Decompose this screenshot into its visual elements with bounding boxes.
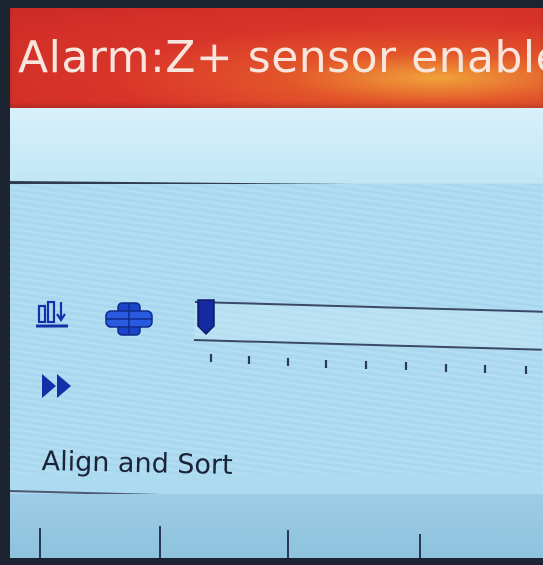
align-and-sort-label: Align and Sort — [41, 446, 233, 481]
alarm-message: Alarm:Z+ sensor enable — [18, 32, 543, 83]
machine-screen: Alarm:Z+ sensor enable Align and Sort — [10, 8, 543, 558]
center-align-icon[interactable] — [102, 298, 158, 340]
slider-ticks — [200, 352, 543, 376]
bottom-ruler-ticks — [10, 522, 543, 558]
fast-forward-icon[interactable] — [38, 368, 82, 404]
header-band — [10, 108, 543, 183]
align-bottom-icon[interactable] — [32, 298, 78, 334]
alarm-banner[interactable]: Alarm:Z+ sensor enable — [10, 8, 543, 108]
slider-handle[interactable] — [195, 298, 219, 338]
